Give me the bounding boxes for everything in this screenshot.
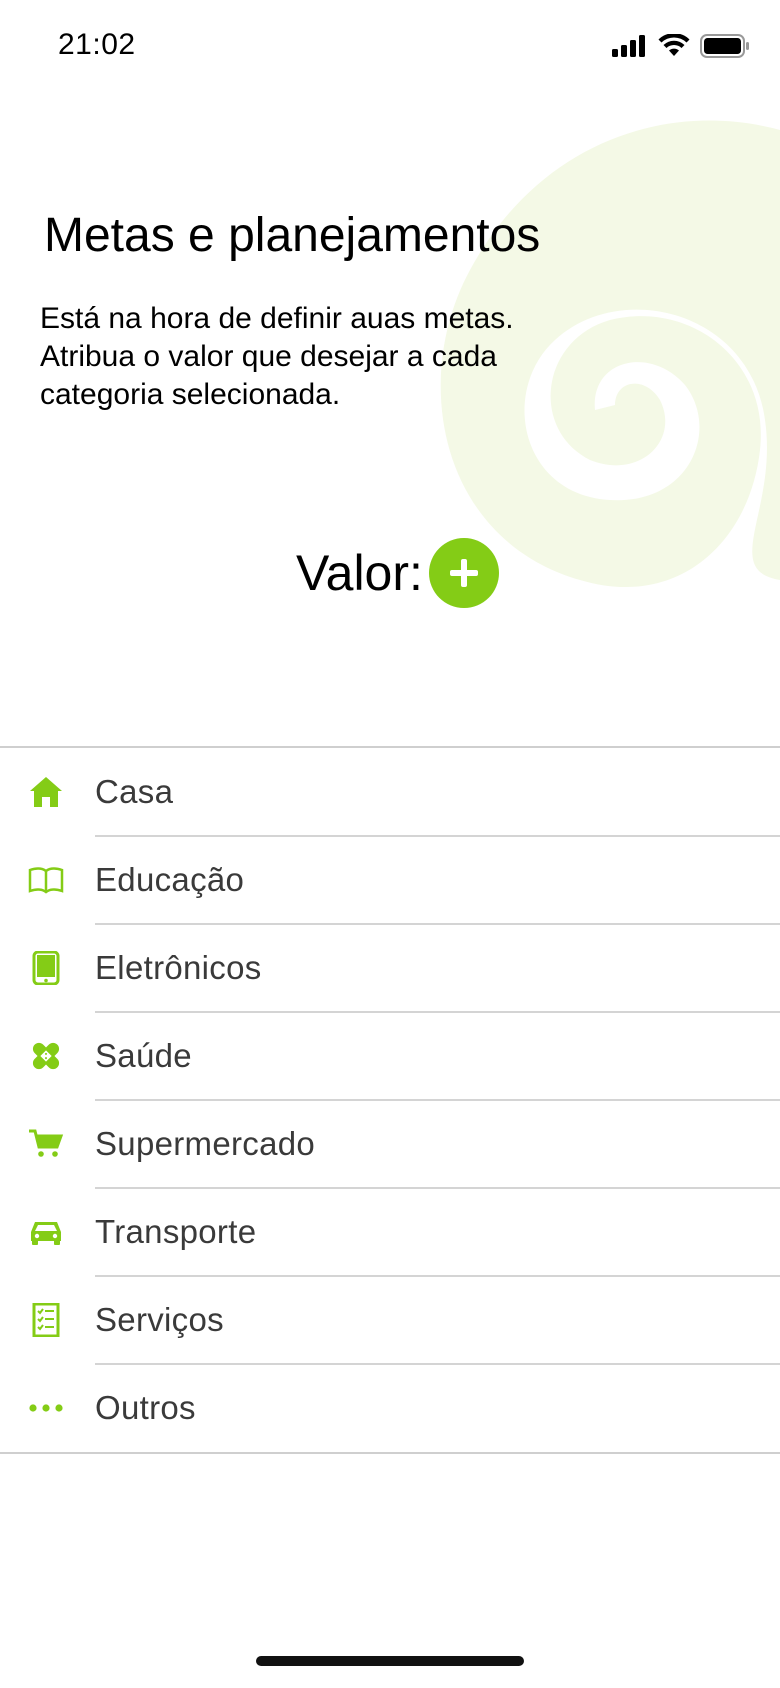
- category-item-eletronicos[interactable]: Eletrônicos: [0, 923, 780, 1012]
- status-time: 21:02: [58, 28, 136, 61]
- category-label: Saúde: [95, 1037, 192, 1074]
- category-item-educacao[interactable]: Educação: [0, 835, 780, 924]
- book-icon: [28, 862, 64, 898]
- category-item-servicos[interactable]: Serviços: [0, 1275, 780, 1364]
- page-description: Está na hora de definir auas metas. Atri…: [40, 302, 514, 411]
- add-value-button[interactable]: [428, 538, 499, 608]
- bandage-icon: [28, 1038, 64, 1074]
- category-label: Supermercado: [95, 1125, 316, 1162]
- status-icons: [612, 34, 750, 58]
- category-label: Transporte: [95, 1213, 257, 1250]
- category-item-outros[interactable]: Outros: [0, 1363, 780, 1452]
- more-dots-icon: [28, 1390, 64, 1426]
- category-label: Educação: [95, 861, 245, 898]
- valor-label: Valor:: [296, 545, 423, 601]
- signal-icon: [612, 35, 645, 57]
- house-icon: [28, 774, 64, 810]
- category-list: Casa Educação Eletrônicos Saúde Supermer…: [0, 746, 780, 1454]
- car-icon: [28, 1214, 64, 1250]
- tablet-icon: [28, 950, 64, 986]
- category-item-supermercado[interactable]: Supermercado: [0, 1099, 780, 1188]
- category-label: Outros: [95, 1389, 196, 1426]
- cart-icon: [28, 1126, 64, 1162]
- category-item-casa[interactable]: Casa: [0, 748, 780, 836]
- battery-icon: [700, 34, 749, 58]
- home-indicator[interactable]: [256, 1656, 524, 1666]
- status-bar: 21:02: [0, 0, 780, 96]
- checklist-icon: [28, 1302, 64, 1338]
- category-item-transporte[interactable]: Transporte: [0, 1187, 780, 1276]
- category-item-saude[interactable]: Saúde: [0, 1011, 780, 1100]
- valor-row: Valor:: [296, 538, 499, 608]
- category-label: Serviços: [95, 1301, 224, 1338]
- category-label: Eletrônicos: [95, 949, 262, 986]
- wifi-icon: [658, 34, 690, 56]
- category-label: Casa: [95, 773, 174, 810]
- page-title: Metas e planejamentos: [44, 209, 541, 262]
- plus-icon: [449, 559, 478, 587]
